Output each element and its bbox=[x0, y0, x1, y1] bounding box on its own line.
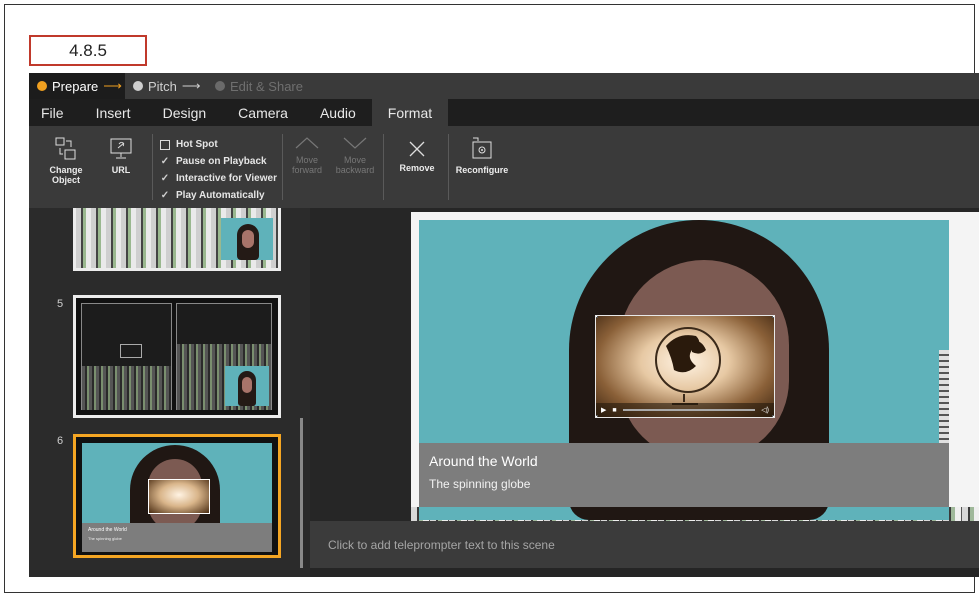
video-player-controls: ▶ ■ ◁) bbox=[596, 403, 774, 417]
teleprompter-input[interactable]: Click to add teleprompter text to this s… bbox=[310, 521, 979, 568]
format-ribbon: Change Object URL Hot Spot ✓ Pause on Pl… bbox=[29, 126, 979, 208]
checkmark-icon: ✓ bbox=[160, 156, 170, 167]
url-monitor-icon bbox=[110, 138, 132, 159]
app-window: Prepare ⟶ Pitch ⟶ Edit & Share File Inse… bbox=[29, 73, 979, 577]
move-forward-label: Move forward bbox=[291, 155, 322, 175]
version-label: 4.8.5 bbox=[29, 35, 147, 66]
playback-options: Hot Spot ✓ Pause on Playback ✓ Interacti… bbox=[160, 136, 278, 204]
reconfigure-button[interactable]: Reconfigure bbox=[452, 136, 512, 175]
globe-image bbox=[655, 327, 721, 405]
step-pitch-label: Pitch bbox=[148, 78, 177, 94]
menu-camera[interactable]: Camera bbox=[222, 99, 304, 126]
scene-thumbnail[interactable] bbox=[73, 295, 281, 418]
resize-handle[interactable] bbox=[596, 316, 598, 318]
arrow-right-icon: ⟶ bbox=[103, 78, 122, 93]
menu-design[interactable]: Design bbox=[147, 99, 223, 126]
reconfigure-icon bbox=[472, 137, 492, 159]
hot-spot-checkbox[interactable]: Hot Spot bbox=[160, 136, 278, 153]
menu-audio[interactable]: Audio bbox=[304, 99, 372, 126]
ribbon-divider bbox=[282, 134, 283, 200]
thumbnail-panel-left bbox=[81, 303, 172, 410]
resize-handle[interactable] bbox=[772, 415, 774, 417]
close-icon bbox=[409, 141, 425, 157]
ribbon-divider bbox=[448, 134, 449, 200]
thumbnail-presenter-image bbox=[221, 218, 273, 260]
interactive-for-viewer-checkbox[interactable]: ✓ Interactive for Viewer bbox=[160, 170, 278, 187]
scene-list: 5 6 Around the World The spinning globe bbox=[29, 208, 310, 577]
thumbnail-video: Around the World The spinning globe bbox=[82, 443, 272, 552]
move-forward-button[interactable]: Move forward bbox=[287, 134, 327, 175]
step-prepare[interactable]: Prepare ⟶ bbox=[29, 73, 125, 99]
pause-on-playback-label: Pause on Playback bbox=[176, 156, 267, 167]
menu-bar: File Insert Design Camera Audio Format bbox=[29, 99, 979, 126]
ribbon-divider bbox=[383, 134, 384, 200]
move-backward-label: Move backward bbox=[335, 155, 375, 175]
remove-button[interactable]: Remove bbox=[395, 138, 439, 173]
menu-insert[interactable]: Insert bbox=[80, 99, 147, 126]
caption-title: Around the World bbox=[429, 453, 538, 469]
scene-editor-stage: Around the World The spinning globe ▶ ■ … bbox=[310, 208, 979, 521]
hot-spot-label: Hot Spot bbox=[176, 139, 218, 150]
checkbox-unchecked-icon bbox=[160, 139, 170, 150]
menu-format[interactable]: Format bbox=[371, 99, 449, 126]
workflow-steps: Prepare ⟶ Pitch ⟶ Edit & Share bbox=[29, 73, 979, 99]
move-backward-button[interactable]: Move backward bbox=[332, 134, 378, 175]
change-object-label: Change Object bbox=[49, 165, 83, 185]
step-pitch-dot-icon bbox=[133, 81, 143, 91]
change-object-button[interactable]: Change Object bbox=[43, 136, 89, 185]
step-edit-share[interactable]: Edit & Share bbox=[215, 73, 303, 99]
reconfigure-label: Reconfigure bbox=[455, 165, 509, 175]
scene-thumbnail-selected[interactable]: Around the World The spinning globe bbox=[73, 434, 281, 558]
pause-on-playback-checkbox[interactable]: ✓ Pause on Playback bbox=[160, 153, 278, 170]
step-edit-dot-icon bbox=[215, 81, 225, 91]
change-object-icon bbox=[55, 137, 76, 160]
interactive-for-viewer-label: Interactive for Viewer bbox=[176, 173, 277, 184]
url-label: URL bbox=[111, 165, 131, 175]
thumbnail-panel-right bbox=[176, 303, 272, 410]
step-prepare-dot-icon bbox=[37, 81, 47, 91]
ribbon-divider bbox=[152, 134, 153, 200]
step-pitch[interactable]: Pitch ⟶ bbox=[133, 73, 201, 99]
scene-caption[interactable]: Around the World The spinning globe bbox=[419, 443, 949, 507]
step-edit-label: Edit & Share bbox=[230, 78, 303, 94]
globe-video-object[interactable]: ▶ ■ ◁) bbox=[595, 315, 775, 418]
menu-file[interactable]: File bbox=[29, 99, 80, 126]
resize-handle[interactable] bbox=[772, 316, 774, 318]
scene-list-scrollbar[interactable] bbox=[300, 418, 303, 568]
thumbnail-caption-subtitle: The spinning globe bbox=[88, 536, 122, 541]
play-icon[interactable]: ▶ bbox=[601, 406, 606, 414]
play-automatically-label: Play Automatically bbox=[176, 190, 265, 201]
video-progress-track[interactable] bbox=[622, 409, 756, 411]
remove-label: Remove bbox=[399, 163, 435, 173]
step-prepare-label: Prepare bbox=[52, 78, 99, 94]
scene-number: 6 bbox=[57, 435, 64, 447]
thumbnail-caption-title: Around the World bbox=[88, 527, 127, 533]
chevron-up-icon bbox=[295, 137, 319, 149]
checkmark-icon: ✓ bbox=[160, 173, 170, 184]
caption-subtitle: The spinning globe bbox=[429, 477, 531, 491]
arrow-right-icon: ⟶ bbox=[181, 78, 201, 93]
resize-handle[interactable] bbox=[596, 415, 598, 417]
chevron-down-icon bbox=[343, 137, 367, 149]
checkmark-icon: ✓ bbox=[160, 190, 170, 201]
stop-icon[interactable]: ■ bbox=[612, 407, 616, 414]
url-button[interactable]: URL bbox=[107, 136, 135, 175]
scene-thumbnail[interactable] bbox=[73, 208, 281, 271]
play-automatically-checkbox[interactable]: ✓ Play Automatically bbox=[160, 187, 278, 204]
scene-number: 5 bbox=[57, 298, 64, 310]
volume-icon[interactable]: ◁) bbox=[761, 406, 769, 414]
